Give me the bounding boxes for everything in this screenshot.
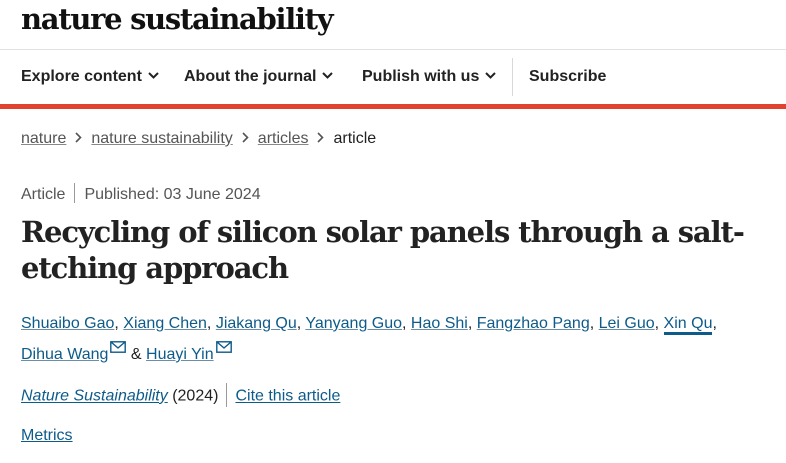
nav-publish-with-us[interactable]: Publish with us <box>362 50 497 104</box>
article-type: Article <box>21 186 66 203</box>
site-logo[interactable]: nature sustainability <box>21 2 334 36</box>
author-link[interactable]: Yanyang Guo <box>305 315 402 332</box>
accent-bar <box>0 104 786 109</box>
chevron-right-icon <box>75 132 83 143</box>
nav-about-journal[interactable]: About the journal <box>184 50 334 104</box>
nav-separator <box>512 58 513 96</box>
breadcrumb: nature nature sustainability articles artic… <box>21 130 376 148</box>
chevron-right-icon <box>317 132 325 143</box>
breadcrumb-articles[interactable]: articles <box>258 130 309 147</box>
chevron-down-icon <box>485 72 497 79</box>
chevron-right-icon <box>242 132 249 143</box>
journal-separator <box>226 383 228 407</box>
chevron-down-icon <box>148 72 159 79</box>
author-separator: , <box>206 315 216 332</box>
journal-link[interactable]: Nature Sustainability <box>21 388 168 405</box>
mail-icon[interactable] <box>215 341 232 353</box>
author-link[interactable]: Xiang Chen <box>123 315 207 332</box>
publication-year: (2024) <box>172 387 219 405</box>
meta-separator <box>74 183 76 204</box>
chevron-down-icon <box>322 72 334 79</box>
cite-article-link[interactable]: Cite this article <box>235 388 340 405</box>
author-separator: , <box>467 315 477 332</box>
metrics-link[interactable]: Metrics <box>21 427 73 445</box>
author-link[interactable]: Huayi Yin <box>146 346 214 363</box>
author-separator: , <box>712 315 717 332</box>
breadcrumb-nature-sustainability[interactable]: nature sustainability <box>91 130 232 147</box>
article-meta: Article Published: 03 June 2024 <box>21 183 261 204</box>
author-link[interactable]: Lei Guo <box>599 315 655 332</box>
journal-line: Nature Sustainability (2024) Cite this ar… <box>21 383 340 407</box>
main-nav: Explore content About the journal Publis… <box>0 50 786 104</box>
published-date: Published: 03 June 2024 <box>84 186 261 203</box>
author-list: Shuaibo Gao, Xiang Chen, Jiakang Qu, Yan… <box>21 308 761 370</box>
author-link[interactable]: Shuaibo Gao <box>21 315 114 332</box>
author-link-focused[interactable]: Xin Qu <box>663 315 713 335</box>
breadcrumb-nature[interactable]: nature <box>21 130 66 147</box>
author-separator: , <box>114 315 124 332</box>
author-conjunction: & <box>126 346 147 363</box>
nav-about-journal-label: About the journal <box>184 68 317 85</box>
article-title: Recycling of silicon solar panels throug… <box>21 215 745 285</box>
breadcrumb-current: article <box>333 130 377 147</box>
nav-publish-with-us-label: Publish with us <box>362 68 480 85</box>
mail-icon[interactable] <box>110 341 127 353</box>
nav-explore-content[interactable]: Explore content <box>21 50 159 104</box>
author-separator: , <box>654 315 664 332</box>
author-link[interactable]: Hao Shi <box>411 315 468 332</box>
nav-subscribe-label: Subscribe <box>529 68 607 85</box>
author-separator: , <box>589 315 599 332</box>
nav-explore-content-label: Explore content <box>21 68 142 85</box>
nav-subscribe[interactable]: Subscribe <box>529 50 606 104</box>
author-separator: , <box>402 315 411 332</box>
author-link[interactable]: Dihua Wang <box>21 346 108 363</box>
author-link[interactable]: Fangzhao Pang <box>477 315 590 332</box>
author-link[interactable]: Jiakang Qu <box>216 315 297 332</box>
